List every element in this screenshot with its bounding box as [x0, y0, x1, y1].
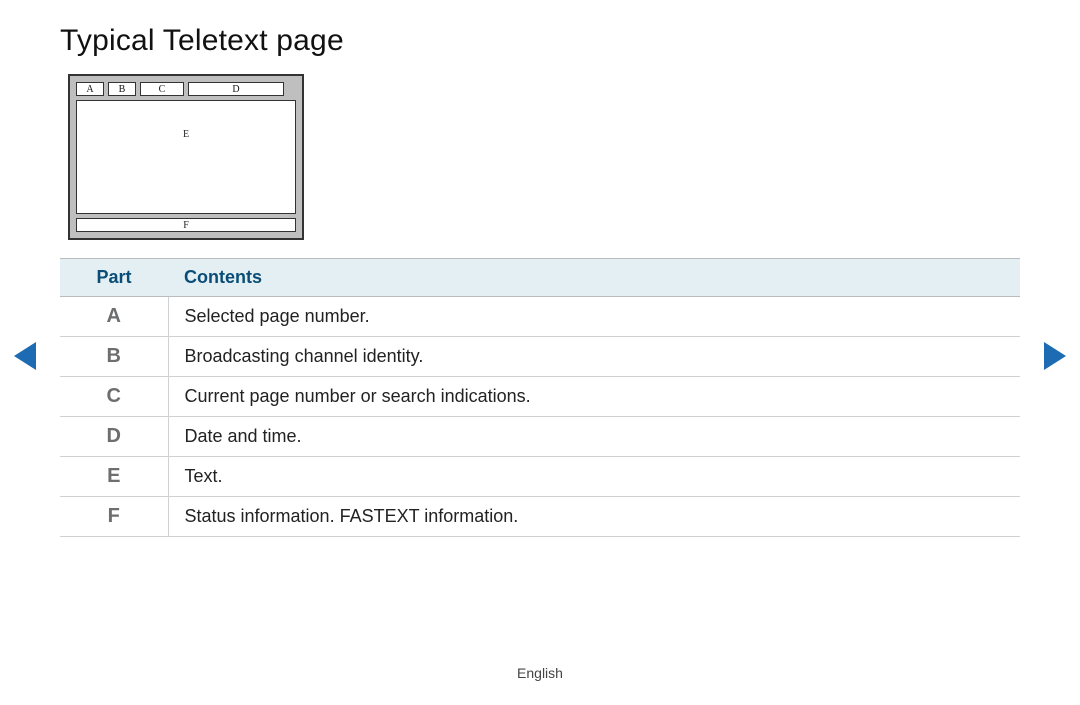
cell-contents: Broadcasting channel identity. — [168, 337, 1020, 377]
table-header-row: Part Contents — [60, 259, 1020, 297]
diagram-region-f: F — [76, 218, 296, 232]
page-title: Typical Teletext page — [60, 24, 1020, 58]
prev-page-arrow-icon[interactable] — [14, 342, 36, 370]
diagram-region-d: D — [188, 82, 284, 96]
cell-contents: Current page number or search indication… — [168, 377, 1020, 417]
next-page-arrow-icon[interactable] — [1044, 342, 1066, 370]
cell-part: B — [60, 337, 168, 377]
cell-contents: Selected page number. — [168, 297, 1020, 337]
cell-part: D — [60, 417, 168, 457]
cell-contents: Text. — [168, 457, 1020, 497]
cell-part: E — [60, 457, 168, 497]
teletext-top-row: A B C D — [76, 82, 296, 96]
page: Typical Teletext page A B C D E F Part C… — [0, 0, 1080, 705]
header-part: Part — [60, 259, 168, 297]
diagram-region-a: A — [76, 82, 104, 96]
footer-language: English — [0, 665, 1080, 681]
cell-part: F — [60, 497, 168, 537]
cell-part: A — [60, 297, 168, 337]
teletext-diagram: A B C D E F — [68, 74, 304, 240]
diagram-region-e: E — [76, 100, 296, 214]
header-contents: Contents — [168, 259, 1020, 297]
diagram-region-c: C — [140, 82, 184, 96]
cell-contents: Status information. FASTEXT information. — [168, 497, 1020, 537]
table-row: D Date and time. — [60, 417, 1020, 457]
parts-table: Part Contents A Selected page number. B … — [60, 258, 1020, 537]
teletext-inner: A B C D E F — [76, 82, 296, 232]
diagram-region-b: B — [108, 82, 136, 96]
table-row: F Status information. FASTEXT informatio… — [60, 497, 1020, 537]
cell-contents: Date and time. — [168, 417, 1020, 457]
cell-part: C — [60, 377, 168, 417]
table-row: B Broadcasting channel identity. — [60, 337, 1020, 377]
table-row: E Text. — [60, 457, 1020, 497]
table-row: C Current page number or search indicati… — [60, 377, 1020, 417]
table-row: A Selected page number. — [60, 297, 1020, 337]
